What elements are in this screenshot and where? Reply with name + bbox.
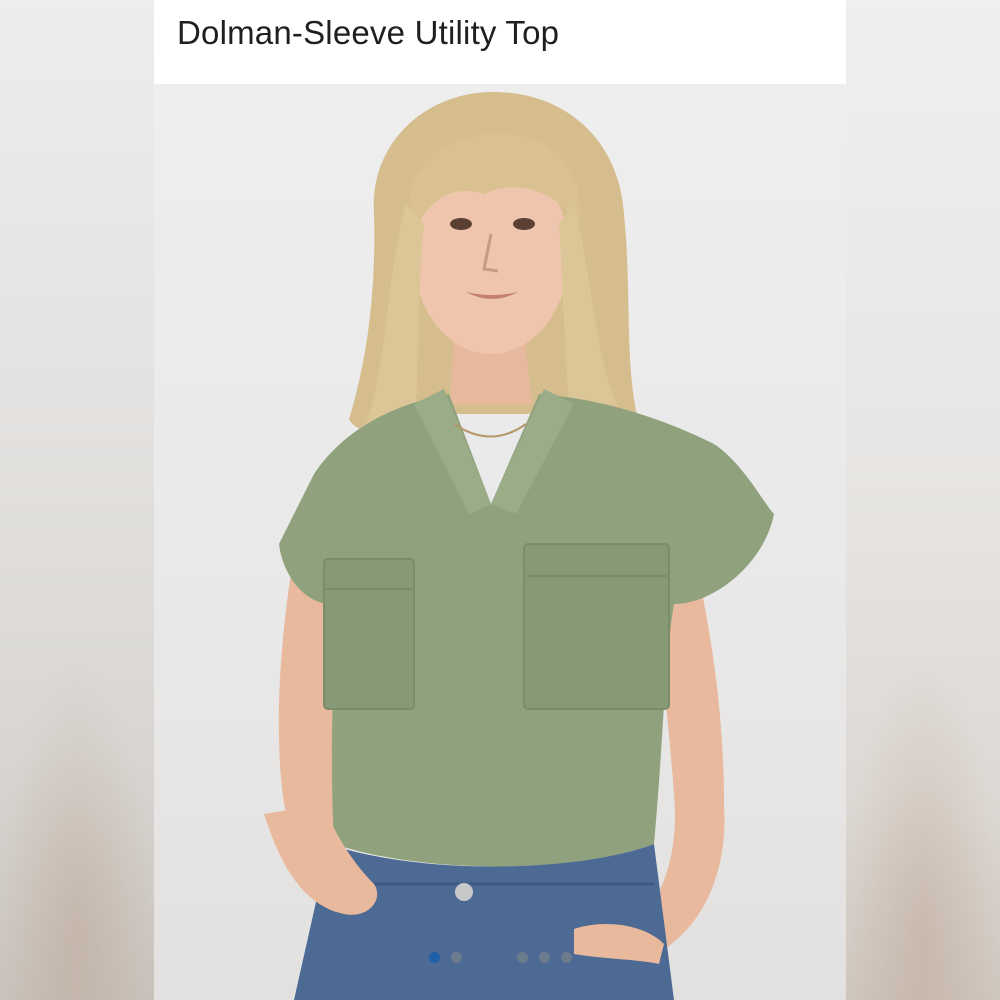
model-illustration bbox=[264, 91, 774, 1000]
carousel-dot[interactable] bbox=[560, 952, 572, 963]
carousel-indicator[interactable] bbox=[154, 952, 846, 972]
product-title: Dolman-Sleeve Utility Top bbox=[177, 14, 560, 51]
carousel-dot[interactable] bbox=[516, 952, 528, 963]
title-bar: Dolman-Sleeve Utility Top bbox=[154, 0, 846, 84]
carousel-dot[interactable] bbox=[428, 952, 440, 963]
carousel-dot[interactable] bbox=[538, 952, 550, 963]
right-backdrop bbox=[846, 0, 1000, 1000]
product-card: Dolman-Sleeve Utility Top bbox=[154, 0, 846, 1000]
product-photo[interactable] bbox=[154, 84, 846, 1000]
left-backdrop bbox=[0, 0, 154, 1000]
carousel-dot[interactable] bbox=[450, 952, 462, 963]
